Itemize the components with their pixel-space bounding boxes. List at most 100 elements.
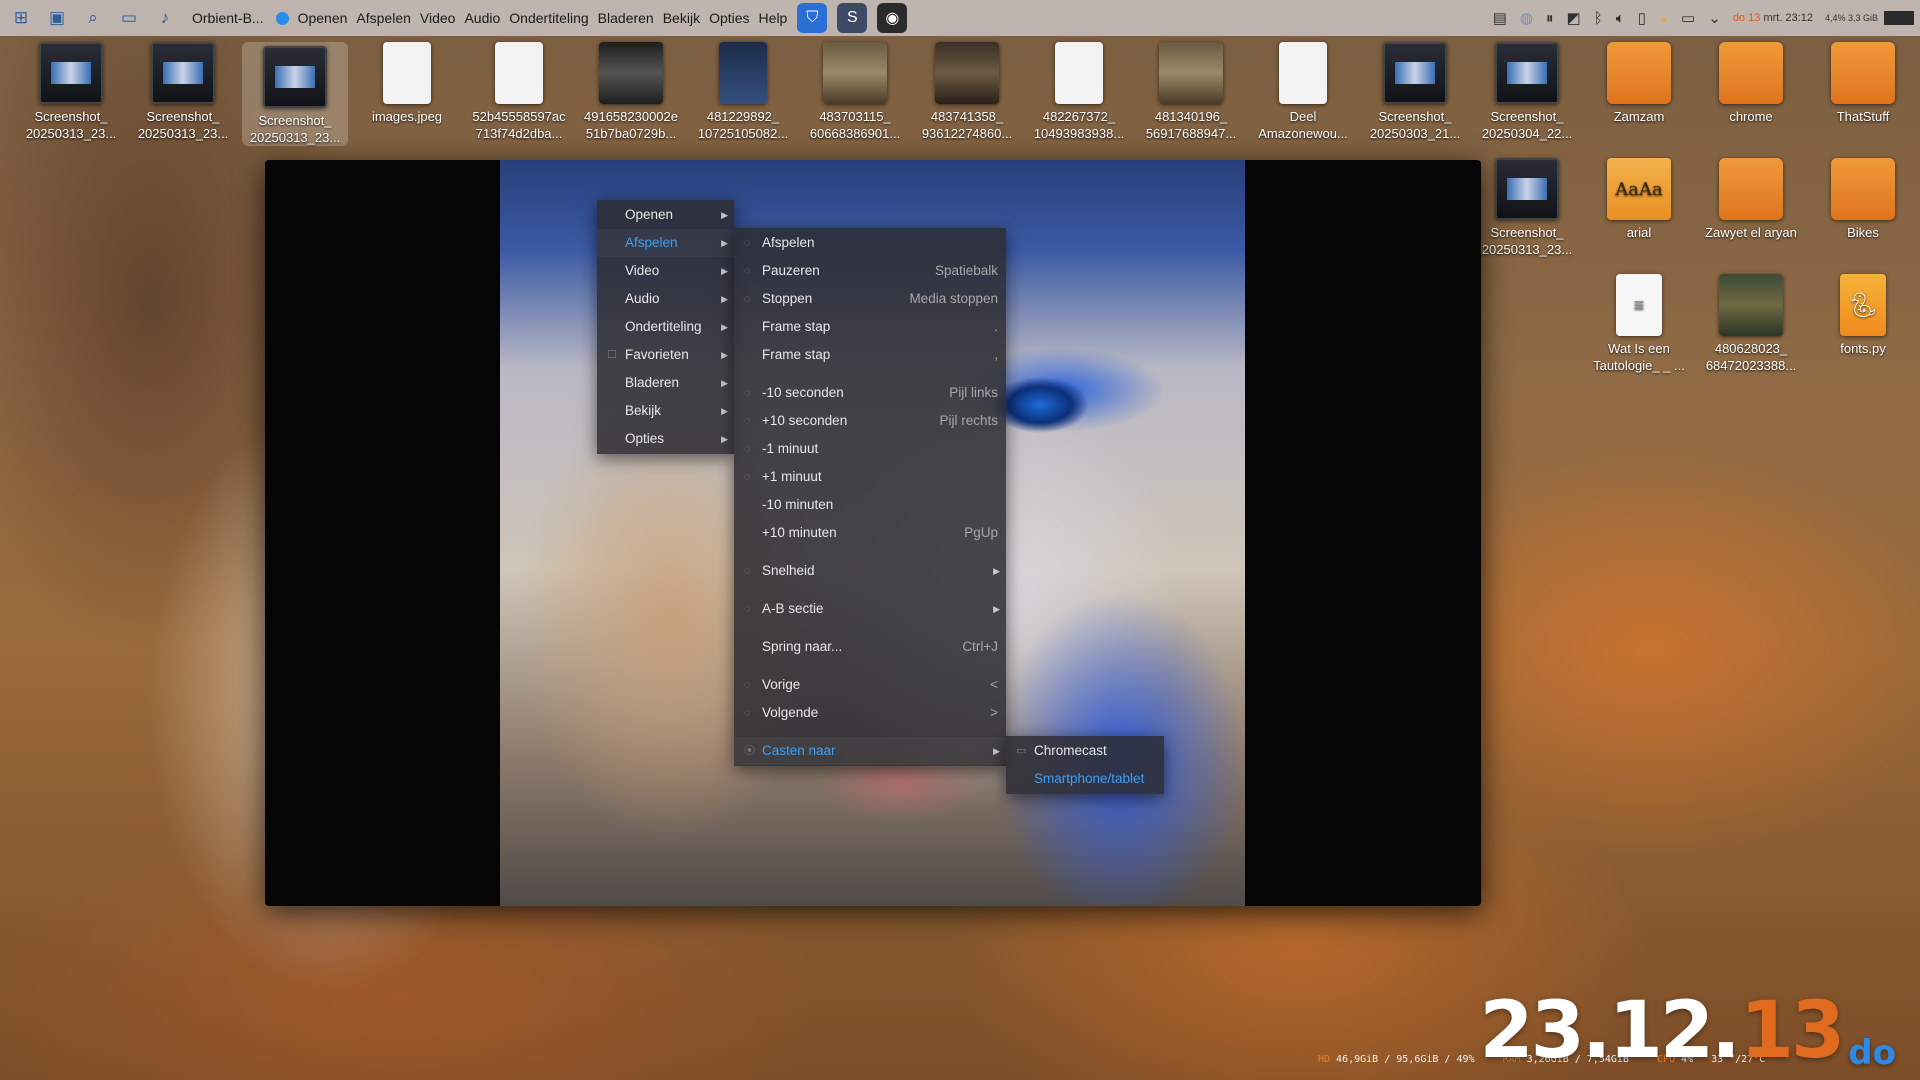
menubar-openen[interactable]: Openen xyxy=(298,8,348,28)
desktop-icon[interactable]: 🐍︎ fonts.py xyxy=(1810,274,1916,357)
screenshot-icon[interactable]: ▣ xyxy=(42,6,72,30)
menubar-opties[interactable]: Opties xyxy=(709,8,749,28)
desktop-icon[interactable]: 4916582300​02e 51b7ba0729b... xyxy=(578,42,684,142)
submenu-item-6[interactable]: ◌ +10 seconden Pijl rechts xyxy=(734,407,1006,435)
desktop-icon[interactable]: 482267372_ 10493983938... xyxy=(1026,42,1132,142)
desktop-icon[interactable]: images.jpeg xyxy=(354,42,460,125)
eye-app-icon[interactable]: ◉ xyxy=(877,3,908,33)
desktop-icon[interactable]: Screenshot_ 20250313_23... xyxy=(18,42,124,142)
cast-target-1[interactable]: Smartphone/tablet xyxy=(1006,765,1164,793)
bluetooth-icon[interactable]: ᛒ xyxy=(1594,10,1603,27)
submenu-item-14[interactable]: ◌ Vorige < xyxy=(734,671,1006,699)
desktop-icon[interactable]: Screenshot_ 20250313_23... xyxy=(130,42,236,142)
desktop-icon[interactable]: Screenshot_ 20250303_21... xyxy=(1362,42,1468,142)
submenu-item-3[interactable]: Frame stap. xyxy=(734,313,1006,341)
desktop-icon[interactable]: 483741358_ 93612274860... xyxy=(914,42,1020,142)
network-icon[interactable]: ◍ xyxy=(1520,9,1533,27)
desktop-icon[interactable]: Screenshot_ 20250304_22... xyxy=(1474,42,1580,142)
menubar-audio[interactable]: Audio xyxy=(464,8,500,28)
desktop-icon[interactable]: 481229892_ 10725105082... xyxy=(690,42,796,142)
context-menu-cast: ▭ Chromecast Smartphone/tablet xyxy=(1006,736,1164,794)
desktop-icon[interactable]: ≡ Wat Is een Tautologie_ _ ... xyxy=(1586,274,1692,374)
submenu-arrow-icon: ▶ xyxy=(721,434,728,444)
menu-item-label: Openen xyxy=(625,207,674,222)
submenu-item-10[interactable]: +10 minuten PgUp xyxy=(734,519,1006,547)
desktop-icon-label: 4916582300​02e 51b7ba0729b... xyxy=(584,109,678,141)
music-note-icon[interactable]: ♪ xyxy=(150,6,180,30)
desktop-icon[interactable]: 52b45558597ac 713f74d2dba... xyxy=(466,42,572,142)
submenu-item-11[interactable]: ◌ Snelheid ▶ xyxy=(734,557,1006,585)
search-files-icon[interactable]: ⌕ xyxy=(78,6,108,30)
cast-target-0[interactable]: ▭ Chromecast xyxy=(1006,737,1164,765)
desktop-icon-label: fonts.py xyxy=(1840,341,1886,356)
wifi-icon[interactable]: ◒ xyxy=(1659,10,1668,27)
desktop-icon-label: arial xyxy=(1626,225,1652,240)
desktop-icon[interactable]: 481340196_ 56917688947... xyxy=(1138,42,1244,142)
shield-app-icon[interactable]: ⛉ xyxy=(797,3,828,33)
submenu-item-2[interactable]: ◌ Stoppen Media stoppen xyxy=(734,285,1006,313)
submenu-item-0[interactable]: ◌ Afspelen xyxy=(734,229,1006,257)
menu-item-label: Favorieten xyxy=(625,347,689,362)
menubar-video[interactable]: Video xyxy=(420,8,456,28)
menu-item-audio[interactable]: Audio ▶ xyxy=(597,285,734,313)
menu-item-icon: ◌ xyxy=(744,679,751,691)
battery-icon[interactable]: ▭ xyxy=(1681,9,1695,27)
desktop-icon-label: Wat Is een Tautologie_ _ ... xyxy=(1593,341,1685,373)
submenu-item-15[interactable]: ◌ Volgende > xyxy=(734,699,1006,727)
clock[interactable]: do 13 mrt. 23:12 xyxy=(1733,12,1813,24)
menubar-ondertiteling[interactable]: Ondertiteling xyxy=(509,8,588,28)
menu-item-label: Frame stap xyxy=(762,347,831,362)
desktop-icon[interactable]: Zawyet el aryan xyxy=(1698,158,1804,241)
desktop-icon[interactable]: 480628023_ 68472023388... xyxy=(1698,274,1804,374)
vpn-app-icon[interactable]: S xyxy=(837,3,868,33)
menubar-afspelen[interactable]: Afspelen xyxy=(356,8,410,28)
menu-item-openen[interactable]: Openen ▶ xyxy=(597,201,734,229)
submenu-item-7[interactable]: ◌ -1 minuut xyxy=(734,435,1006,463)
desktop-icon[interactable]: Screenshot_ 20250313_23... xyxy=(242,42,348,146)
menu-item-label: Frame stap xyxy=(762,319,831,334)
volume-icon[interactable]: 🔈︎ xyxy=(1616,10,1625,27)
folder-icon xyxy=(1607,42,1671,104)
menu-item-ondertiteling[interactable]: Ondertiteling ▶ xyxy=(597,313,734,341)
menu-item-bladeren[interactable]: Bladeren ▶ xyxy=(597,369,734,397)
desktop-icon[interactable]: chrome xyxy=(1698,42,1804,125)
menubar-bekijk[interactable]: Bekijk xyxy=(663,8,700,28)
menubar-bladeren[interactable]: Bladeren xyxy=(598,8,654,28)
app-name[interactable]: Orbient-B... xyxy=(192,10,264,26)
screenshot-thumb-icon xyxy=(1495,158,1559,220)
desktop-icon[interactable]: Bikes xyxy=(1810,158,1916,241)
desktop-icon[interactable]: ThatStuff xyxy=(1810,42,1916,125)
window-layout-icon[interactable]: ⊞ xyxy=(6,6,36,30)
desktop-icon[interactable]: Deel Amazonewou... xyxy=(1250,42,1356,142)
pause-icon[interactable]: ⏸ xyxy=(1546,10,1554,27)
context-menu-main: Openen ▶ Afspelen ▶ Video ▶ Audio ▶ Ondertitelin… xyxy=(597,200,734,454)
menu-item-bekijk[interactable]: Bekijk ▶ xyxy=(597,397,734,425)
chevron-down-icon[interactable]: ⌄ xyxy=(1708,9,1721,27)
submenu-item-13[interactable]: Spring naar... Ctrl+J xyxy=(734,633,1006,661)
menu-item-favorieten[interactable]: ☐ Favorieten ▶ xyxy=(597,341,734,369)
submenu-item-4[interactable]: Frame stap, xyxy=(734,341,1006,369)
desktop-icon[interactable]: 483703115_ 60668386901... xyxy=(802,42,908,142)
phone-icon[interactable]: ▯ xyxy=(1638,9,1646,27)
desktop-icon[interactable]: Zamzam xyxy=(1586,42,1692,125)
desktop-icon[interactable]: AaAa arial xyxy=(1586,158,1692,241)
desktop-icon[interactable]: Screenshot_ 20250313_23... xyxy=(1474,158,1580,258)
submenu-item-16[interactable]: ⦿ Casten naar ▶ xyxy=(734,737,1006,765)
menu-item-afspelen[interactable]: Afspelen ▶ xyxy=(597,229,734,257)
submenu-item-9[interactable]: -10 minuten xyxy=(734,491,1006,519)
menu-item-video[interactable]: Video ▶ xyxy=(597,257,734,285)
menu-item-opties[interactable]: Opties ▶ xyxy=(597,425,734,453)
submenu-item-8[interactable]: ◌ +1 minuut xyxy=(734,463,1006,491)
folder-icon[interactable]: ▭ xyxy=(114,6,144,30)
clipboard-icon[interactable]: ◩ xyxy=(1567,9,1581,27)
screenshot-thumb-icon xyxy=(151,42,215,104)
menu-item-icon: ◌ xyxy=(744,415,751,427)
mini-stats: 4,4% 3,3 GiB xyxy=(1825,13,1878,24)
menu-item-icon: ◌ xyxy=(744,707,751,719)
submenu-item-1[interactable]: ◌ Pauzeren Spatiebalk xyxy=(734,257,1006,285)
submenu-item-12[interactable]: ◌ A-B sectie ▶ xyxy=(734,595,1006,623)
menu-item-shortcut: Ctrl+J xyxy=(962,639,998,654)
submenu-item-5[interactable]: ◌ -10 seconden Pijl links xyxy=(734,379,1006,407)
menubar-help[interactable]: Help xyxy=(759,8,788,28)
chat-icon[interactable]: ▤ xyxy=(1493,9,1507,27)
